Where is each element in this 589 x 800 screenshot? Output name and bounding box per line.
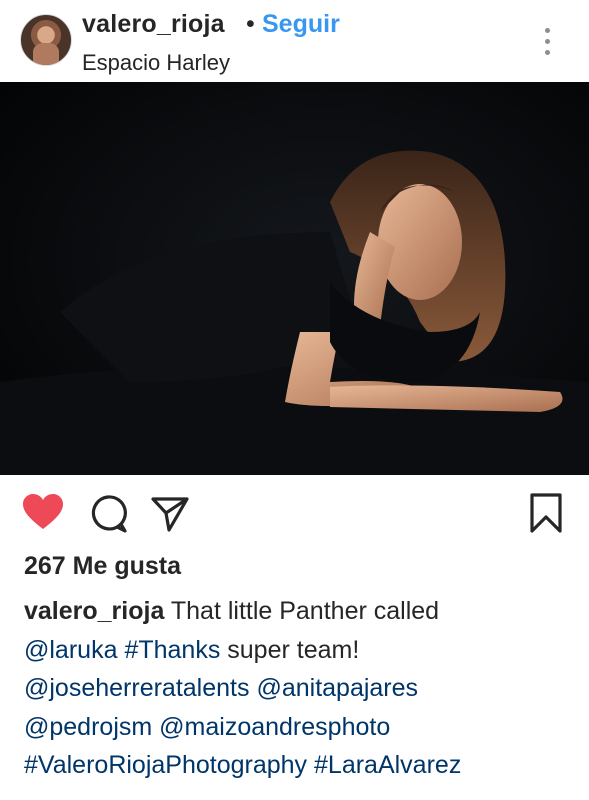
post-location[interactable]: Espacio Harley [82,50,230,76]
likes-count[interactable]: 267 Me gusta [24,552,181,581]
action-bar [0,475,589,545]
post-photo[interactable] [0,82,589,475]
mention-link[interactable]: @maizoandresphoto [159,713,390,741]
post-caption: valero_rioja That little Panther called … [24,592,569,785]
heart-filled-icon[interactable] [22,493,64,536]
avatar[interactable] [20,14,72,66]
photo-illustration [0,82,589,475]
mention-link[interactable]: @pedrojsm [24,713,152,741]
mention-link[interactable]: @laruka [24,636,117,664]
caption-username[interactable]: valero_rioja [24,597,164,625]
follow-button[interactable]: Seguir [262,10,340,39]
post-username[interactable]: valero_rioja [82,10,225,39]
hashtag-link[interactable]: #LaraAlvarez [314,751,461,779]
share-icon[interactable] [150,495,190,538]
hashtag-link[interactable]: #Thanks [124,636,220,664]
caption-text: super team! [227,635,360,664]
post-header: valero_rioja • Seguir Espacio Harley [0,0,589,82]
comment-icon[interactable] [88,494,128,539]
mention-link[interactable]: @joseherreratalents [24,674,250,702]
caption-text: That little Panther called [170,597,440,625]
separator-dot: • [246,10,255,38]
mention-link[interactable]: @anitapajares [256,674,418,702]
bookmark-icon[interactable] [528,492,564,539]
more-options-icon[interactable] [538,24,558,60]
hashtag-link[interactable]: #ValeroRiojaPhotography [24,751,307,779]
